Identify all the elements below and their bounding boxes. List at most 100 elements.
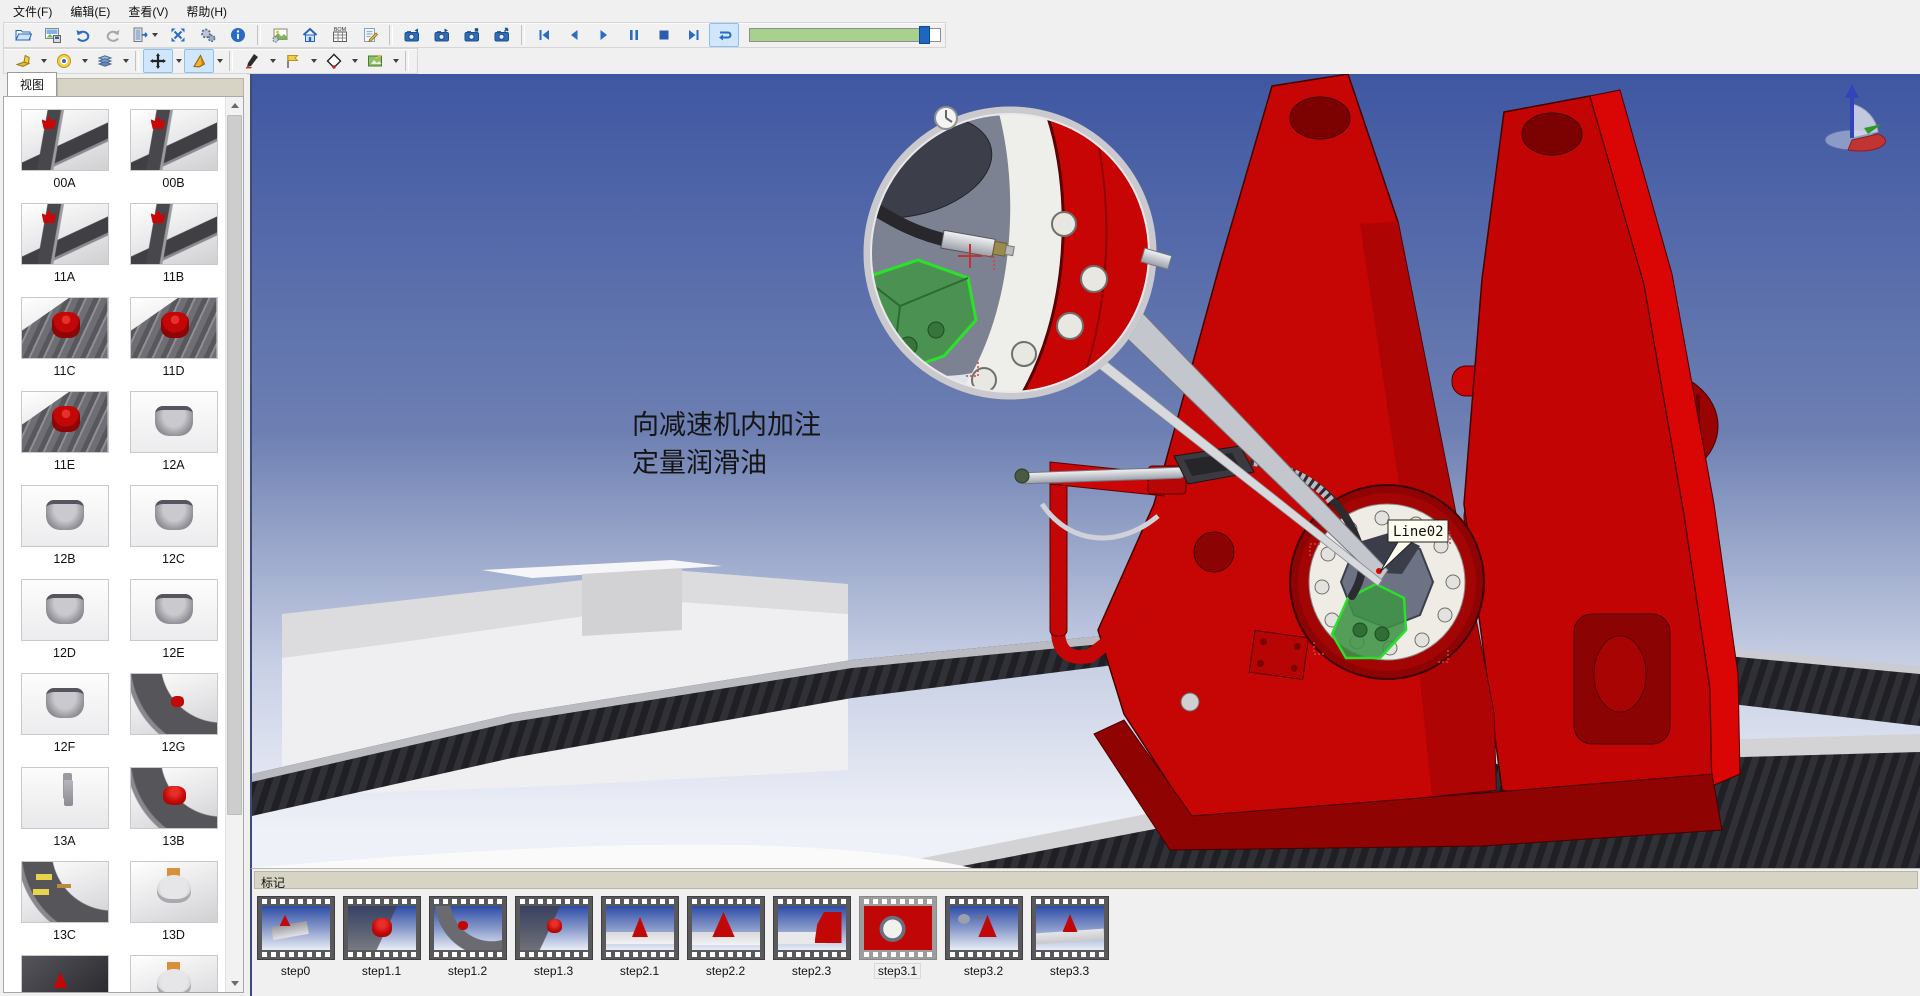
explode-tool-dropdown-caret[interactable] bbox=[217, 59, 223, 63]
step-thumbnail-item[interactable]: step1.1 bbox=[341, 896, 422, 978]
view-thumbnail-item[interactable]: 12C bbox=[126, 485, 221, 579]
step-film-frame[interactable] bbox=[429, 896, 507, 960]
view-thumbnail-item[interactable]: 11A bbox=[17, 203, 112, 297]
solid-tool-button[interactable] bbox=[8, 49, 38, 73]
flag-annotation-dropdown-caret[interactable] bbox=[311, 59, 317, 63]
loop-button[interactable] bbox=[709, 23, 739, 47]
animation-progress-slider[interactable] bbox=[749, 28, 941, 42]
view-thumbnail-image[interactable] bbox=[130, 767, 218, 829]
camera-stop-button[interactable] bbox=[457, 23, 487, 47]
scrollbar-down-button[interactable] bbox=[226, 975, 243, 992]
step-thumbnail-item[interactable]: step1.3 bbox=[513, 896, 594, 978]
undo-button[interactable] bbox=[68, 23, 98, 47]
view-thumbnail-item[interactable] bbox=[126, 955, 221, 993]
step-thumbnail-item[interactable]: step3.3 bbox=[1029, 896, 1110, 978]
exit-button[interactable] bbox=[128, 23, 163, 47]
sidebar-scrollbar[interactable] bbox=[225, 97, 243, 992]
move-tool-dropdown-caret[interactable] bbox=[176, 59, 182, 63]
menu-item[interactable]: 文件(F) bbox=[4, 0, 61, 23]
menu-item[interactable]: 帮助(H) bbox=[177, 0, 236, 23]
3d-viewport[interactable]: 向减速机内加注 定量润滑油 Line02 bbox=[250, 74, 1920, 868]
flag-annotation-button[interactable] bbox=[278, 49, 308, 73]
step-film-frame[interactable] bbox=[515, 896, 593, 960]
step-thumbnail-item[interactable]: step0 bbox=[255, 896, 336, 978]
view-thumbnail-item[interactable]: 12F bbox=[17, 673, 112, 767]
step-film-frame[interactable] bbox=[773, 896, 851, 960]
layers-tool-button[interactable] bbox=[90, 49, 120, 73]
explode-tool-button[interactable] bbox=[184, 49, 214, 73]
home-view-button[interactable] bbox=[295, 23, 325, 47]
step-film-frame[interactable] bbox=[601, 896, 679, 960]
scrollbar-up-button[interactable] bbox=[226, 97, 243, 114]
camera-play-button[interactable] bbox=[427, 23, 457, 47]
progress-handle[interactable] bbox=[919, 26, 930, 44]
menu-item[interactable]: 查看(V) bbox=[119, 0, 177, 23]
view-thumbnail-item[interactable]: 11C bbox=[17, 297, 112, 391]
pen-annotation-dropdown-caret[interactable] bbox=[270, 59, 276, 63]
info-button[interactable] bbox=[223, 23, 253, 47]
view-thumbnail-item[interactable]: 12B bbox=[17, 485, 112, 579]
save-image-button[interactable] bbox=[38, 23, 68, 47]
go-first-button[interactable] bbox=[529, 23, 559, 47]
view-thumbnail-image[interactable] bbox=[130, 485, 218, 547]
view-thumbnail-image[interactable] bbox=[130, 579, 218, 641]
exit-dropdown-caret[interactable] bbox=[152, 33, 158, 37]
visibility-tool-button[interactable] bbox=[49, 49, 79, 73]
step-film-frame[interactable] bbox=[945, 896, 1023, 960]
redo-button[interactable] bbox=[98, 23, 128, 47]
step-thumbnail-item[interactable]: step2.1 bbox=[599, 896, 680, 978]
visibility-tool-dropdown-caret[interactable] bbox=[82, 59, 88, 63]
step-film-frame[interactable] bbox=[1031, 896, 1109, 960]
step-film-frame[interactable] bbox=[343, 896, 421, 960]
measure-tool-button[interactable] bbox=[319, 49, 349, 73]
view-thumbnail-image[interactable] bbox=[130, 297, 218, 359]
view-thumbnail-image[interactable] bbox=[130, 391, 218, 453]
pause-button[interactable] bbox=[619, 23, 649, 47]
view-thumbnail-item[interactable]: 13A bbox=[17, 767, 112, 861]
move-tool-button[interactable] bbox=[143, 49, 173, 73]
step-film-frame[interactable] bbox=[859, 896, 937, 960]
view-thumbnail-item[interactable]: 12D bbox=[17, 579, 112, 673]
tab-views[interactable]: 视图 bbox=[7, 72, 57, 96]
go-prev-button[interactable] bbox=[559, 23, 589, 47]
scrollbar-thumb[interactable] bbox=[227, 115, 242, 815]
stop-button[interactable] bbox=[649, 23, 679, 47]
view-thumbnail-image[interactable] bbox=[21, 391, 109, 453]
camera-back-button[interactable] bbox=[397, 23, 427, 47]
step-thumbnail-item[interactable]: step1.2 bbox=[427, 896, 508, 978]
step-thumbnail-item[interactable]: step2.3 bbox=[771, 896, 852, 978]
view-thumbnail-item[interactable]: 11B bbox=[126, 203, 221, 297]
play-button[interactable] bbox=[589, 23, 619, 47]
view-thumbnail-item[interactable]: 12A bbox=[126, 391, 221, 485]
view-thumbnail-item[interactable]: 13D bbox=[126, 861, 221, 955]
bom-table-button[interactable]: BOM bbox=[325, 23, 355, 47]
view-thumbnail-item[interactable]: 13B bbox=[126, 767, 221, 861]
gallery-tool-button[interactable] bbox=[360, 49, 390, 73]
view-thumbnail-image[interactable] bbox=[21, 297, 109, 359]
view-thumbnail-item[interactable]: 00B bbox=[126, 109, 221, 203]
view-thumbnail-image[interactable] bbox=[130, 109, 218, 171]
open-file-button[interactable] bbox=[8, 23, 38, 47]
layers-tool-dropdown-caret[interactable] bbox=[123, 59, 129, 63]
view-thumbnail-image[interactable] bbox=[21, 579, 109, 641]
view-thumbnail-item[interactable]: 13C bbox=[17, 861, 112, 955]
view-thumbnail-image[interactable] bbox=[130, 673, 218, 735]
step-thumbnail-item[interactable]: step3.1 bbox=[857, 896, 938, 978]
view-thumbnail-item[interactable]: 00A bbox=[17, 109, 112, 203]
settings-button[interactable] bbox=[193, 23, 223, 47]
view-thumbnail-image[interactable] bbox=[130, 203, 218, 265]
view-thumbnail-image[interactable] bbox=[130, 955, 218, 993]
fit-window-button[interactable] bbox=[163, 23, 193, 47]
camera-forward-button[interactable] bbox=[487, 23, 517, 47]
view-thumbnail-image[interactable] bbox=[21, 767, 109, 829]
view-thumbnail-item[interactable] bbox=[17, 955, 112, 993]
view-thumbnail-item[interactable]: 11D bbox=[126, 297, 221, 391]
step-thumbnail-item[interactable]: step2.2 bbox=[685, 896, 766, 978]
view-thumbnail-image[interactable] bbox=[21, 861, 109, 923]
view-thumbnail-image[interactable] bbox=[21, 485, 109, 547]
step-film-frame[interactable] bbox=[257, 896, 335, 960]
edit-notes-button[interactable] bbox=[355, 23, 385, 47]
step-film-frame[interactable] bbox=[687, 896, 765, 960]
view-thumbnail-item[interactable]: 12G bbox=[126, 673, 221, 767]
view-thumbnail-item[interactable]: 12E bbox=[126, 579, 221, 673]
